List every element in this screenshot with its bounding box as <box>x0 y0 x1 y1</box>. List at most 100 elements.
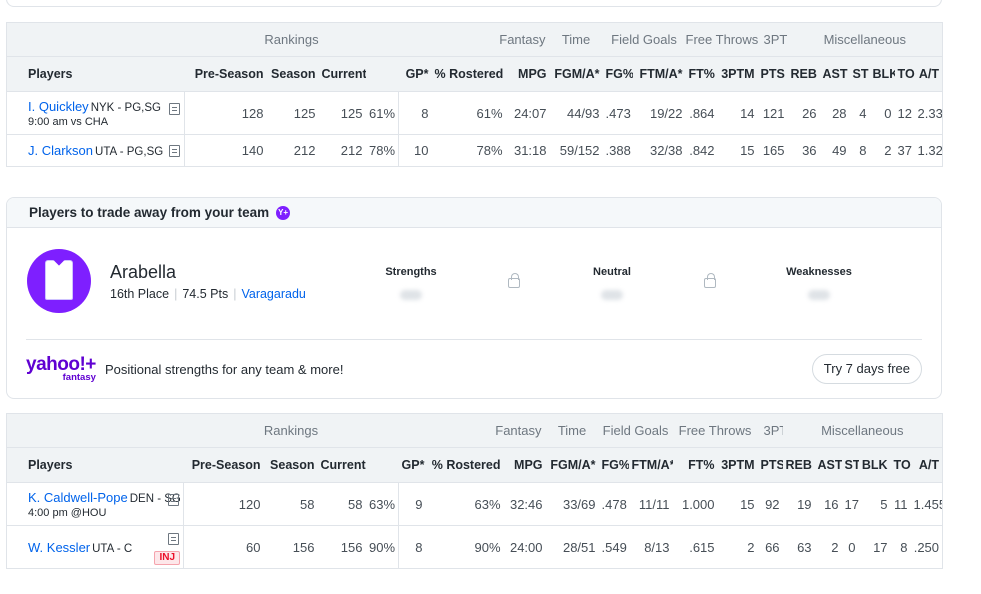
col-3ptm[interactable]: 3PTM <box>717 447 758 483</box>
col-blk[interactable]: BLK <box>869 56 895 92</box>
player-team-position: UTA - PG,SG <box>95 146 164 158</box>
col-pts[interactable]: PTS <box>757 447 783 483</box>
col-ast[interactable]: AST <box>819 56 850 92</box>
col-preseason[interactable]: Pre-Season <box>184 56 267 92</box>
group-misc: Miscellaneous <box>782 413 943 448</box>
cell-reb: 26 <box>787 91 820 135</box>
col-current[interactable]: Current <box>318 56 366 92</box>
col-rostered[interactable]: % Rostered <box>431 56 506 92</box>
col-reb[interactable]: REB <box>782 447 815 483</box>
col-at[interactable]: A/T <box>910 447 943 483</box>
player-note-icon[interactable] <box>168 494 179 506</box>
col-season[interactable]: Season <box>266 56 319 92</box>
player-note-icon[interactable] <box>168 533 179 545</box>
col-fgma[interactable]: FGM/A* <box>545 447 599 483</box>
group-fantasy: Fantasy <box>398 413 546 448</box>
col-mpg[interactable]: MPG <box>505 56 550 92</box>
col-gp[interactable]: GP* <box>398 56 432 92</box>
cell-preseason: 128 <box>184 91 267 135</box>
col-at[interactable]: A/T <box>914 56 943 92</box>
col-st[interactable]: ST <box>841 447 859 483</box>
player-name-link[interactable]: W. Kessler <box>28 540 90 555</box>
column-header-row: Players Pre-Season Season Current GP* % … <box>6 56 943 92</box>
weaknesses-blurred-value <box>808 290 830 300</box>
group-empty <box>6 413 184 448</box>
weaknesses-column: Weaknesses <box>759 266 879 300</box>
col-st[interactable]: ST <box>849 56 870 92</box>
col-current[interactable]: Current <box>317 447 366 483</box>
col-players[interactable]: Players <box>6 56 185 92</box>
cell-3ptm: 14 <box>717 91 758 135</box>
team-manager-link[interactable]: Varagaradu <box>241 287 305 301</box>
cell-ftma: 8/13 <box>628 525 673 569</box>
cell-season: 212 <box>266 134 319 167</box>
cell-st: 0 <box>841 525 859 569</box>
cell-rostered: 90% <box>425 525 504 569</box>
cell-gp: 9 <box>398 482 426 526</box>
col-ftpct[interactable]: FT% <box>685 56 718 92</box>
table-row: K. Caldwell-Pope DEN - SG 4:00 pm @HOU 12… <box>6 482 943 526</box>
col-ast[interactable]: AST <box>814 447 842 483</box>
cell-rostered: 63% <box>425 482 504 526</box>
group-3pt: 3PT <box>757 22 788 57</box>
previous-card-edge <box>6 0 942 7</box>
cell-season: 58 <box>263 482 318 526</box>
col-preseason[interactable]: Pre-Season <box>183 447 264 483</box>
trade-card-title: Players to trade away from your team <box>29 205 270 220</box>
column-group-header: Rankings Fantasy Time Field Goals Free T… <box>6 22 943 57</box>
player-cell: I. Quickley NYK - PG,SG 9:00 am vs CHA <box>6 91 185 135</box>
group-time: Time <box>545 413 599 448</box>
player-name-link[interactable]: K. Caldwell-Pope <box>28 490 128 505</box>
lock-icon <box>704 273 716 288</box>
cell-ast: 28 <box>819 91 850 135</box>
col-reb[interactable]: REB <box>787 56 820 92</box>
col-ftpct[interactable]: FT% <box>672 447 718 483</box>
col-gp[interactable]: GP* <box>398 447 426 483</box>
cell-current: 125 <box>318 91 366 135</box>
cell-ftpct: .615 <box>672 525 718 569</box>
yahoo-fantasy-logo: yahoo!+ fantasy <box>26 355 96 383</box>
col-fgpct[interactable]: FG% <box>598 447 629 483</box>
jersey-icon <box>45 260 73 300</box>
col-ftma[interactable]: FTM/A* <box>628 447 673 483</box>
team-name: Arabella <box>110 262 177 282</box>
col-pts[interactable]: PTS <box>757 56 788 92</box>
cell-pts: 165 <box>757 134 788 167</box>
col-ftma[interactable]: FTM/A* <box>632 56 686 92</box>
player-note-icon[interactable] <box>169 103 180 115</box>
free-trial-button[interactable]: Try 7 days free <box>811 354 922 384</box>
player-name-link[interactable]: J. Clarkson <box>28 143 93 158</box>
player-note-icon[interactable] <box>169 144 180 157</box>
col-to[interactable]: TO <box>890 447 911 483</box>
team-place: 16th Place <box>110 287 170 301</box>
cell-preseason: 60 <box>183 525 264 569</box>
col-rostered[interactable]: % Rostered <box>425 447 504 483</box>
col-players[interactable]: Players <box>6 447 184 483</box>
col-fgpct[interactable]: FG% <box>602 56 633 92</box>
player-name-link[interactable]: I. Quickley <box>28 99 89 114</box>
cell-to: 11 <box>890 482 911 526</box>
injury-badge[interactable]: INJ <box>154 551 180 565</box>
col-3ptm[interactable]: 3PTM <box>717 56 758 92</box>
neutral-column: Neutral <box>552 266 672 300</box>
group-free-throws: Free Throws <box>685 22 758 57</box>
cell-3ptm: 15 <box>717 482 758 526</box>
col-blk[interactable]: BLK <box>858 447 891 483</box>
cell-rostered: 61% <box>431 91 506 135</box>
cell-current-pct: 61% <box>365 91 400 135</box>
cell-pts: 92 <box>757 482 783 526</box>
cell-season: 156 <box>263 525 318 569</box>
cell-pts: 66 <box>757 525 783 569</box>
group-field-goals: Field Goals <box>598 413 673 448</box>
cell-at: 2.333 <box>914 91 943 135</box>
cell-rostered: 78% <box>431 134 506 167</box>
col-mpg[interactable]: MPG <box>503 447 546 483</box>
col-fgma[interactable]: FGM/A* <box>549 56 603 92</box>
cell-gp: 10 <box>398 134 432 167</box>
col-to[interactable]: TO <box>894 56 915 92</box>
col-season[interactable]: Season <box>263 447 318 483</box>
group-rankings: Rankings <box>183 413 399 448</box>
cell-mpg: 24:07 <box>505 91 550 135</box>
cell-preseason: 140 <box>184 134 267 167</box>
cell-preseason: 120 <box>183 482 264 526</box>
